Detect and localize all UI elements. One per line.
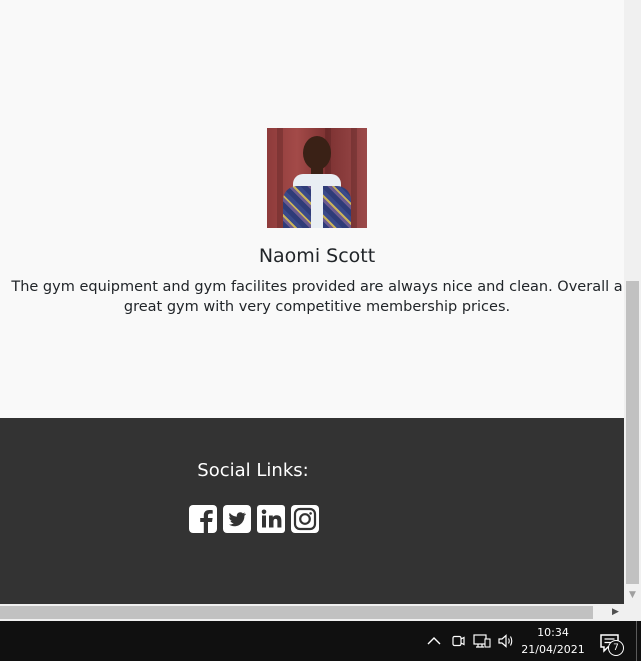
twitter-square-icon[interactable] <box>222 504 252 534</box>
social-links-title: Social Links: <box>197 460 309 481</box>
horizontal-scrollbar-thumb[interactable] <box>0 606 593 619</box>
volume-icon[interactable] <box>494 621 518 661</box>
vertical-scrollbar-thumb[interactable] <box>626 281 639 584</box>
windows-taskbar: 10:34 21/04/2021 7 <box>0 621 641 661</box>
scroll-right-arrow-icon[interactable]: ▶ <box>607 604 624 621</box>
network-icon[interactable] <box>470 621 494 661</box>
testimonial-quote: The gym equipment and gym facilites prov… <box>11 279 623 315</box>
scrollbar-corner <box>624 604 641 621</box>
show-desktop-button[interactable] <box>636 621 637 661</box>
vertical-scrollbar[interactable]: ▼ <box>624 0 641 604</box>
testimonial-section: Naomi Scott The gym equipment and gym fa… <box>0 0 624 418</box>
clock-date: 21/04/2021 <box>521 643 585 656</box>
linkedin-icon[interactable] <box>256 504 286 534</box>
social-links <box>188 504 320 534</box>
testimonial-name: Naomi Scott <box>258 245 376 267</box>
chevron-up-icon[interactable] <box>422 621 446 661</box>
browser-viewport: Naomi Scott The gym equipment and gym fa… <box>0 0 624 604</box>
scroll-down-arrow-icon[interactable]: ▼ <box>624 588 641 602</box>
clock-time: 10:34 <box>537 626 569 639</box>
system-tray <box>422 621 518 661</box>
horizontal-scrollbar[interactable]: ▶ <box>0 604 624 621</box>
taskbar-clock[interactable]: 10:34 21/04/2021 <box>516 624 590 658</box>
meet-now-icon[interactable] <box>446 621 470 661</box>
testimonial-photo <box>267 128 367 228</box>
notification-count-badge: 7 <box>608 640 624 656</box>
instagram-icon[interactable] <box>290 504 320 534</box>
facebook-square-icon[interactable] <box>188 504 218 534</box>
